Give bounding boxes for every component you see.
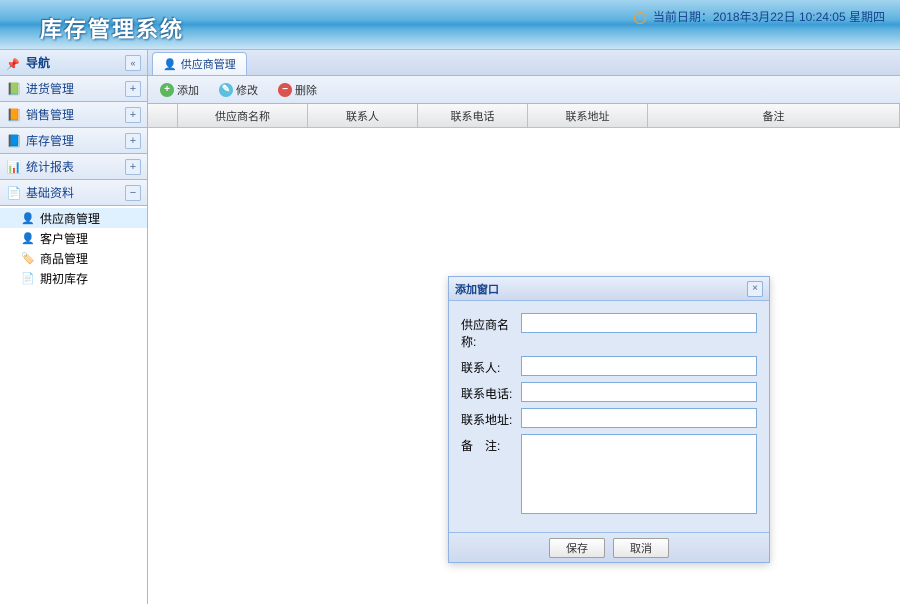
tree-item-initstock[interactable]: 📄 期初库存 [0, 268, 147, 288]
form-row-address: 联系地址: [461, 408, 757, 428]
tree-item-customer[interactable]: 👤 客户管理 [0, 228, 147, 248]
content-area: 👤 供应商管理 + 添加 ✎ 修改 − 删除 供应商名称 联系人 联系电话 [148, 50, 900, 604]
plus-icon: + [160, 83, 174, 97]
form-row-phone: 联系电话: [461, 382, 757, 402]
user-icon: 👤 [20, 230, 36, 246]
pin-icon [6, 57, 18, 69]
remark-textarea[interactable] [521, 434, 757, 514]
app-header: 库存管理系统 当前日期：2018年3月22日 10:24:05 星期四 [0, 0, 900, 50]
tree-label: 客户管理 [40, 230, 88, 247]
current-date: 当前日期：2018年3月22日 10:24:05 星期四 [634, 8, 885, 25]
tab-supplier[interactable]: 👤 供应商管理 [152, 52, 247, 75]
tab-label: 供应商管理 [181, 56, 236, 72]
nav-item-sales[interactable]: 📙 销售管理 + [0, 102, 147, 128]
user-icon: 👤 [20, 210, 36, 226]
grid-col-name[interactable]: 供应商名称 [178, 104, 308, 127]
contact-input[interactable] [521, 356, 757, 376]
form-label: 联系地址: [461, 408, 521, 428]
date-value: 2018年3月22日 10:24:05 星期四 [713, 10, 885, 24]
nav-label: 统计报表 [26, 158, 125, 175]
grid-col-checkbox[interactable] [148, 104, 178, 127]
date-prefix: 当前日期： [653, 10, 713, 24]
btn-label: 删除 [295, 82, 317, 98]
nav-item-inventory[interactable]: 📘 库存管理 + [0, 128, 147, 154]
tree-item-supplier[interactable]: 👤 供应商管理 [0, 208, 147, 228]
expand-button[interactable]: + [125, 81, 141, 97]
collapse-button[interactable]: « [125, 55, 141, 71]
add-dialog: 添加窗口 × 供应商名称: 联系人: 联系电话: 联系地址: [448, 276, 770, 563]
doc-icon: 📄 [6, 185, 22, 201]
grid-col-remark[interactable]: 备注 [648, 104, 900, 127]
nav-label: 销售管理 [26, 106, 125, 123]
expand-button[interactable]: + [125, 159, 141, 175]
form-label: 联系人: [461, 356, 521, 376]
nav-title: 导航 [22, 54, 125, 71]
toolbar: + 添加 ✎ 修改 − 删除 [148, 76, 900, 104]
user-icon: 👤 [163, 58, 177, 71]
nav-label: 基础资料 [26, 184, 125, 201]
tag-icon: 🏷️ [20, 250, 36, 266]
clock-icon [634, 12, 646, 24]
expand-button[interactable]: + [125, 133, 141, 149]
grid-col-contact[interactable]: 联系人 [308, 104, 418, 127]
form-row-remark: 备 注: [461, 434, 757, 514]
nav-header: 导航 « [0, 50, 147, 76]
book-icon: 📘 [6, 133, 22, 149]
nav-label: 进货管理 [26, 80, 125, 97]
btn-label: 添加 [177, 82, 199, 98]
nav-label: 库存管理 [26, 132, 125, 149]
dialog-title: 添加窗口 [455, 281, 747, 297]
form-label: 联系电话: [461, 382, 521, 402]
main-layout: 导航 « 📗 进货管理 + 📙 销售管理 + 📘 库存管理 + 📊 统计报表 +… [0, 50, 900, 604]
expand-button[interactable]: + [125, 107, 141, 123]
add-button[interactable]: + 添加 [154, 80, 205, 100]
form-label: 供应商名称: [461, 313, 521, 350]
chart-icon: 📊 [6, 159, 22, 175]
tree-label: 商品管理 [40, 250, 88, 267]
grid-header: 供应商名称 联系人 联系电话 联系地址 备注 [148, 104, 900, 128]
nav-item-reports[interactable]: 📊 统计报表 + [0, 154, 147, 180]
tree-label: 期初库存 [40, 270, 88, 287]
tree-view: 👤 供应商管理 👤 客户管理 🏷️ 商品管理 📄 期初库存 [0, 206, 147, 604]
form-row-name: 供应商名称: [461, 313, 757, 350]
grid-col-address[interactable]: 联系地址 [528, 104, 648, 127]
nav-item-purchase[interactable]: 📗 进货管理 + [0, 76, 147, 102]
cancel-button[interactable]: 取消 [613, 538, 669, 558]
edit-button[interactable]: ✎ 修改 [213, 80, 264, 100]
doc-icon: 📄 [20, 270, 36, 286]
book-icon: 📙 [6, 107, 22, 123]
edit-icon: ✎ [219, 83, 233, 97]
btn-label: 修改 [236, 82, 258, 98]
dialog-footer: 保存 取消 [449, 532, 769, 562]
close-button[interactable]: × [747, 281, 763, 297]
dialog-body: 供应商名称: 联系人: 联系电话: 联系地址: 备 注: [449, 301, 769, 532]
book-icon: 📗 [6, 81, 22, 97]
delete-button[interactable]: − 删除 [272, 80, 323, 100]
grid-col-phone[interactable]: 联系电话 [418, 104, 528, 127]
minus-icon: − [278, 83, 292, 97]
form-label: 备 注: [461, 434, 521, 454]
app-title: 库存管理系统 [40, 12, 184, 44]
nav-item-basedata[interactable]: 📄 基础资料 − [0, 180, 147, 206]
tab-bar: 👤 供应商管理 [148, 50, 900, 76]
supplier-name-input[interactable] [521, 313, 757, 333]
save-button[interactable]: 保存 [549, 538, 605, 558]
phone-input[interactable] [521, 382, 757, 402]
dialog-header[interactable]: 添加窗口 × [449, 277, 769, 301]
address-input[interactable] [521, 408, 757, 428]
tree-item-product[interactable]: 🏷️ 商品管理 [0, 248, 147, 268]
form-row-contact: 联系人: [461, 356, 757, 376]
collapse-button[interactable]: − [125, 185, 141, 201]
sidebar: 导航 « 📗 进货管理 + 📙 销售管理 + 📘 库存管理 + 📊 统计报表 +… [0, 50, 148, 604]
tree-label: 供应商管理 [40, 210, 100, 227]
